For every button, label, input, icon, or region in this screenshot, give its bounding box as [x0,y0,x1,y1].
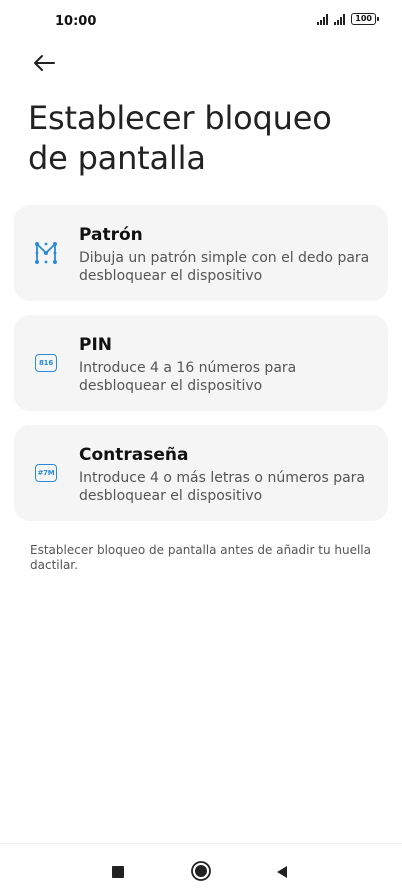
pin-icon: 816 [32,349,60,377]
signal-icon [317,13,329,25]
option-password[interactable]: #7M Contraseña Introduce 4 o más letras … [14,425,388,521]
back-button[interactable] [24,46,64,80]
password-icon-label: #7M [35,464,57,482]
password-icon: #7M [32,459,60,487]
footer-note: Establecer bloqueo de pantalla antes de … [30,543,371,572]
battery-icon: 100 [351,13,379,25]
status-icons: 100 [317,13,379,25]
lock-screen-setup-page: 10:00 100 Establecer bloqueo de pantalla [0,0,402,893]
home-button[interactable] [188,858,214,884]
option-description: Dibuja un patrón simple con el dedo para… [79,250,370,284]
status-time: 10:00 [55,14,97,29]
option-title: PIN [79,335,113,355]
square-icon [112,866,124,878]
option-description: Introduce 4 o más letras o números para … [79,470,366,504]
option-description: Introduce 4 a 16 números para desbloquea… [79,360,297,394]
triangle-back-icon [277,866,287,878]
back-nav-button[interactable] [272,862,292,882]
back-arrow-icon [34,55,55,71]
recent-apps-button[interactable] [108,862,128,882]
pin-icon-label: 816 [35,354,57,372]
navigation-bar [0,843,402,893]
option-title: Patrón [79,225,143,245]
circle-icon [191,861,211,881]
page-title: Establecer bloqueo de pantalla [28,99,332,177]
option-pattern[interactable]: Patrón Dibuja un patrón simple con el de… [14,205,388,301]
signal-icon [334,13,346,25]
option-title: Contraseña [79,445,189,465]
status-bar: 10:00 100 [0,0,402,44]
pattern-icon [32,239,60,267]
option-pin[interactable]: 816 PIN Introduce 4 a 16 números para de… [14,315,388,411]
